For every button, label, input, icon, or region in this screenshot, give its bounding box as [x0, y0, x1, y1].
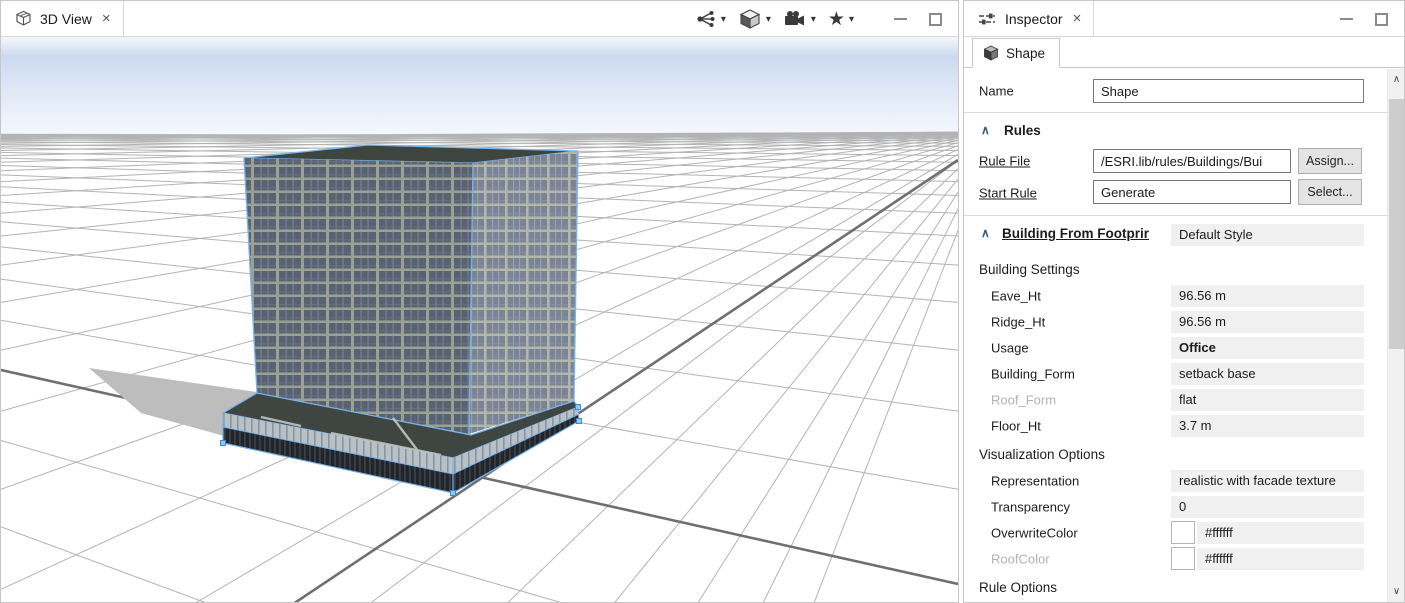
group-title: Building Settings — [979, 262, 1080, 277]
collapse-chevron-icon[interactable]: ∧ — [981, 123, 990, 137]
collapse-chevron-icon[interactable]: ∧ — [981, 226, 990, 240]
chevron-down-icon[interactable]: ▾ — [721, 14, 726, 25]
separator — [964, 215, 1387, 216]
name-label: Name — [979, 84, 1014, 99]
window-buttons — [894, 1, 942, 37]
property-value-field[interactable]: Office — [1171, 337, 1364, 359]
scene-graph-icon[interactable] — [695, 9, 717, 29]
property-label: RoofColor — [991, 552, 1050, 567]
maximize-button[interactable] — [929, 13, 942, 26]
viewport-toolbar: ▾ ▾ ▾ ★ ▾ — [695, 1, 862, 37]
chevron-down-icon[interactable]: ▾ — [811, 14, 816, 25]
sliders-icon — [978, 11, 997, 27]
property-row: Building_Form setback base — [964, 361, 1387, 387]
visualization-options-header: Visualization Options — [964, 443, 1387, 468]
property-label: Ridge_Ht — [991, 315, 1045, 330]
camera-icon[interactable] — [783, 9, 807, 29]
property-label: Representation — [991, 474, 1079, 489]
rules-section-title: Rules — [1004, 123, 1041, 138]
scroll-up-icon[interactable]: ∧ — [1388, 71, 1405, 88]
property-label: Usage — [991, 341, 1029, 356]
tab-shape[interactable]: Shape — [972, 38, 1060, 68]
property-value-field[interactable]: flat — [1171, 389, 1364, 411]
color-swatch[interactable] — [1171, 521, 1195, 544]
style-value-field[interactable]: Default Style — [1171, 224, 1364, 246]
name-row: Name — [964, 77, 1387, 105]
viewshed-cube-icon[interactable] — [738, 8, 762, 30]
rule-file-row: Rule File Assign... — [964, 145, 1387, 177]
close-icon[interactable]: × — [102, 10, 111, 27]
property-label: Eave_Ht — [991, 289, 1041, 304]
window-buttons — [1340, 1, 1388, 37]
property-value-field[interactable]: realistic with facade texture — [1171, 470, 1364, 492]
rule-file-input[interactable] — [1093, 149, 1291, 173]
property-row: Usage Office — [964, 335, 1387, 361]
3d-view-panel: 3D View × ▾ ▾ — [0, 0, 959, 603]
separator — [964, 112, 1387, 113]
color-swatch[interactable] — [1171, 547, 1195, 570]
property-label: Transparency — [991, 500, 1070, 515]
scroll-down-icon[interactable]: ∨ — [1388, 583, 1405, 600]
inspector-subtabbar: Shape — [964, 37, 1404, 68]
rule-file-link[interactable]: Rule File — [979, 154, 1030, 169]
rule-options-header: Rule Options — [964, 576, 1387, 601]
property-value-field[interactable]: setback base — [1171, 363, 1364, 385]
property-value-field[interactable]: 0 — [1171, 496, 1364, 518]
property-row: Ridge_Ht 96.56 m — [964, 309, 1387, 335]
property-row: Floor_Ht 3.7 m — [964, 413, 1387, 439]
3d-canvas[interactable] — [1, 37, 958, 602]
property-row: Transparency 0 — [964, 494, 1387, 520]
property-value-field[interactable]: 3.7 m — [1171, 415, 1364, 437]
inspector-tabbar: Inspector × — [964, 1, 1404, 37]
name-input[interactable] — [1093, 79, 1364, 103]
bff-section-title[interactable]: Building From Footprir — [1002, 226, 1149, 241]
bff-section-header: ∧ Building From Footprir Default Style — [964, 222, 1387, 250]
tab-3d-view[interactable]: 3D View × — [1, 1, 124, 36]
tab-3d-view-label: 3D View — [40, 11, 92, 27]
start-rule-link[interactable]: Start Rule — [979, 185, 1037, 200]
start-rule-input[interactable] — [1093, 180, 1291, 204]
close-icon[interactable]: × — [1073, 10, 1082, 27]
color-value-field[interactable]: #ffffff — [1197, 548, 1364, 570]
property-value-field[interactable]: 96.56 m — [1171, 285, 1364, 307]
chevron-down-icon[interactable]: ▾ — [849, 14, 854, 25]
scrollbar-thumb[interactable] — [1389, 99, 1404, 349]
building-tower — [244, 145, 578, 434]
bookmarks-star-icon[interactable]: ★ — [828, 10, 845, 29]
3d-view-tabbar: 3D View × ▾ ▾ — [1, 1, 958, 37]
start-rule-row: Start Rule Select... — [964, 177, 1387, 208]
property-label: Roof_Form — [991, 393, 1056, 408]
select-button[interactable]: Select... — [1298, 179, 1362, 205]
assign-button[interactable]: Assign... — [1298, 148, 1362, 174]
maximize-button[interactable] — [1375, 13, 1388, 26]
property-label: Building_Form — [991, 367, 1075, 382]
color-value-field[interactable]: #ffffff — [1197, 522, 1364, 544]
shape-cube-icon — [983, 45, 999, 61]
rules-section-header: ∧ Rules — [964, 119, 1387, 145]
property-row: Roof_Form flat — [964, 387, 1387, 413]
minimize-button[interactable] — [1340, 18, 1353, 20]
tab-shape-label: Shape — [1006, 46, 1045, 61]
property-label: Floor_Ht — [991, 419, 1041, 434]
cube-outline-icon — [15, 10, 32, 27]
property-row: Representation realistic with facade tex… — [964, 468, 1387, 494]
chevron-down-icon[interactable]: ▾ — [766, 14, 771, 25]
group-title: Rule Options — [979, 580, 1057, 595]
vertical-scrollbar[interactable]: ∧ ∨ — [1387, 69, 1404, 602]
property-row: RoofColor #ffffff — [964, 546, 1387, 572]
inspector-content: Name ∧ Rules Rule File Assign... Start R… — [964, 69, 1387, 602]
property-row: Eave_Ht 96.56 m — [964, 283, 1387, 309]
building-settings-header: Building Settings — [964, 258, 1387, 283]
group-title: Visualization Options — [979, 447, 1105, 462]
tab-inspector-label: Inspector — [1005, 11, 1063, 27]
property-label: OverwriteColor — [991, 526, 1078, 541]
inspector-panel: Inspector × Shape Name ∧ — [963, 0, 1405, 603]
property-row: OverwriteColor #ffffff — [964, 520, 1387, 546]
minimize-button[interactable] — [894, 18, 907, 20]
tab-inspector[interactable]: Inspector × — [964, 1, 1094, 36]
property-value-field[interactable]: 96.56 m — [1171, 311, 1364, 333]
